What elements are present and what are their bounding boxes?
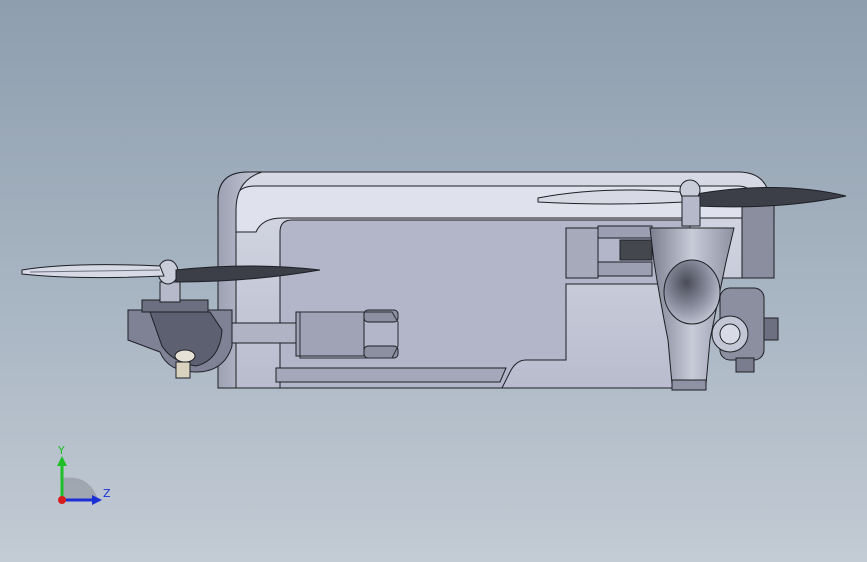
camera-lens-inner [719, 323, 741, 345]
rear-motor-shaft [681, 195, 701, 227]
front-motor-shaft [159, 281, 181, 303]
front-arm [227, 322, 301, 344]
camera-base [735, 357, 755, 373]
rear-bracket-mid [597, 225, 653, 239]
triad-origin-x-axis [58, 496, 66, 504]
rear-bracket-left [565, 227, 599, 279]
drone-body-bottom-step [275, 367, 507, 383]
camera-mount [763, 317, 779, 341]
triad-z-label: Z [103, 487, 111, 500]
front-motor-cap [174, 349, 196, 363]
reference-triad[interactable]: Y Z [57, 444, 111, 505]
cad-viewport[interactable]: Y Z [0, 0, 867, 562]
rear-motor-dome [663, 259, 721, 325]
triad-y-arrow [57, 456, 67, 466]
front-skid [175, 361, 191, 379]
drone-rear-block [741, 199, 775, 279]
rear-propeller-blade-right [695, 186, 847, 208]
rear-leg-foot [671, 379, 707, 391]
drone-model[interactable] [21, 171, 847, 391]
triad-y-label: Y [57, 444, 65, 457]
triad-z-arrow [92, 495, 102, 505]
front-arm-joint [295, 311, 365, 357]
rear-bracket-dark [619, 239, 653, 261]
rear-bracket-lower [597, 261, 653, 277]
